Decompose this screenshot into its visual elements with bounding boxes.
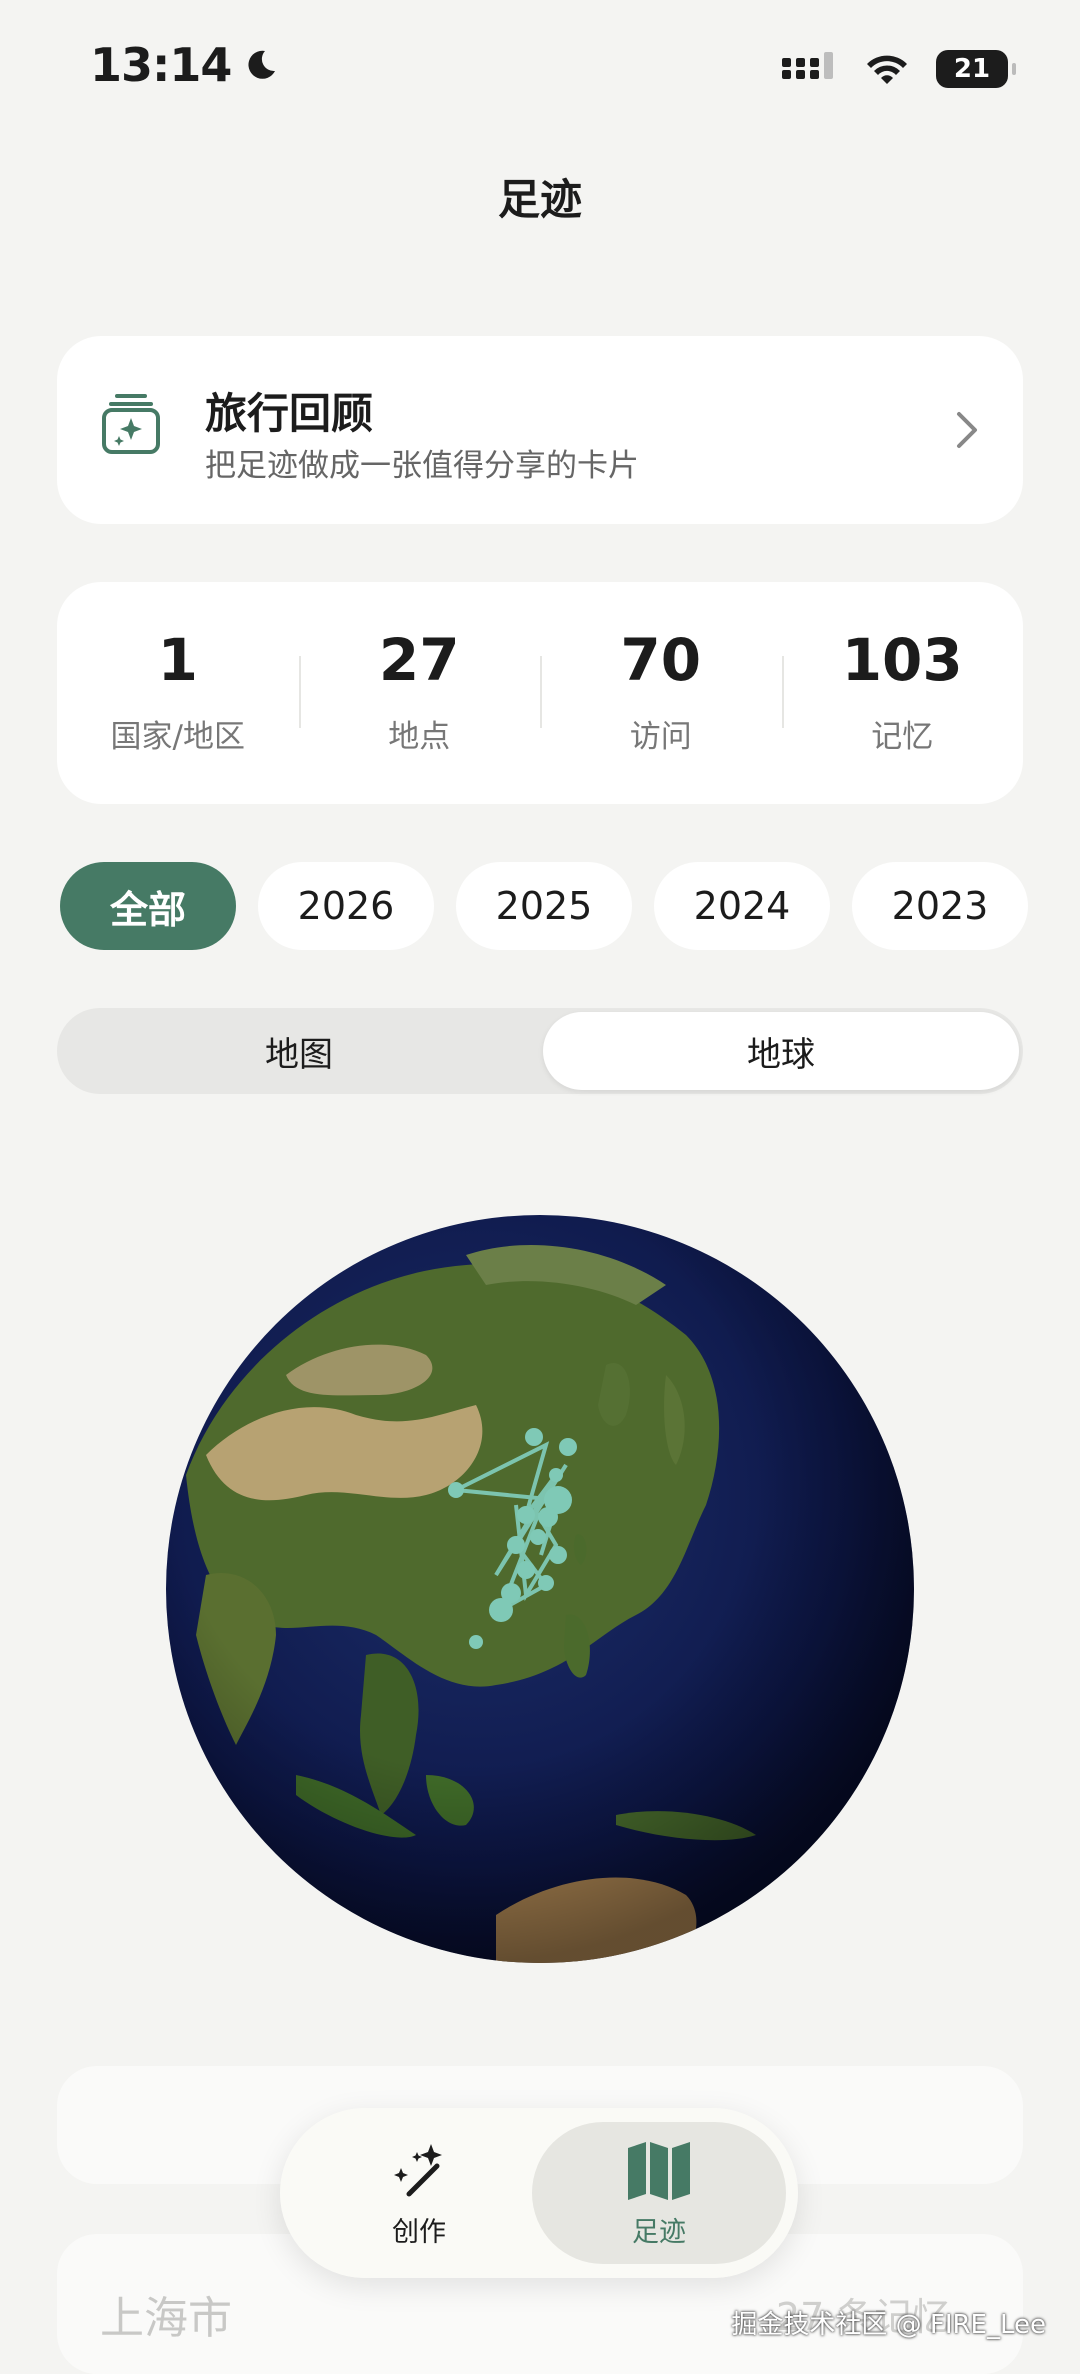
review-title: 旅行回顾	[205, 389, 374, 438]
page-title: 足迹	[497, 175, 582, 224]
tab-create[interactable]: 创作	[292, 2122, 546, 2264]
stat-label: 访问	[629, 718, 692, 755]
stat-label: 记忆	[871, 718, 934, 755]
status-indicators: 21	[782, 50, 1016, 88]
stat-value: 1	[157, 625, 198, 694]
year-chip-2024[interactable]: 2024	[654, 862, 830, 950]
year-chip-2023[interactable]: 2023	[852, 862, 1028, 950]
globe-view[interactable]	[166, 1215, 914, 1963]
year-chip-2025[interactable]: 2025	[456, 862, 632, 950]
sparkle-card-stack-icon	[102, 394, 160, 454]
status-time: 13:14	[90, 38, 279, 92]
tab-footprint[interactable]: 足迹	[532, 2122, 786, 2264]
list-item-city: 上海市	[100, 2293, 232, 2344]
toggle-map[interactable]: 地图	[61, 1012, 537, 1090]
magic-wand-icon	[394, 2143, 442, 2196]
year-filter-bar: 全部 2026 2025 2024 2023	[60, 862, 1028, 950]
stat-label: 地点	[388, 718, 451, 755]
battery-indicator: 21	[936, 50, 1016, 88]
stat-value: 103	[841, 625, 963, 694]
stat-value: 27	[378, 625, 460, 694]
view-toggle: 地图 地球	[57, 1008, 1023, 1094]
map-icon	[628, 2141, 690, 2200]
year-chip-2026[interactable]: 2026	[258, 862, 434, 950]
stat-countries: 1 国家/地区	[57, 582, 299, 804]
stat-value: 70	[620, 625, 702, 694]
battery-level: 21	[953, 54, 991, 84]
signal-icon	[782, 52, 833, 79]
stat-places: 27 地点	[298, 582, 541, 804]
year-chip-all[interactable]: 全部	[60, 862, 236, 950]
watermark: 掘金技术社区 @ FIRE_Lee	[731, 2310, 1046, 2340]
review-subtitle: 把足迹做成一张值得分享的卡片	[205, 448, 639, 484]
travel-review-card[interactable]: 旅行回顾 把足迹做成一张值得分享的卡片	[57, 336, 1023, 524]
stats-card: 1 国家/地区 27 地点 70 访问 103 记忆	[57, 582, 1023, 804]
moon-icon	[248, 50, 276, 79]
toggle-globe[interactable]: 地球	[543, 1012, 1019, 1090]
stat-memories: 103 记忆	[781, 582, 1024, 804]
stat-label: 国家/地区	[110, 718, 245, 755]
wifi-icon	[867, 55, 907, 84]
chevron-right-icon	[957, 412, 977, 448]
time-text: 13:14	[90, 38, 232, 92]
tab-footprint-label: 足迹	[632, 2216, 686, 2248]
tab-create-label: 创作	[392, 2216, 446, 2248]
stat-visits: 70 访问	[540, 582, 782, 804]
bottom-tab-bar: 创作 足迹	[280, 2108, 798, 2278]
